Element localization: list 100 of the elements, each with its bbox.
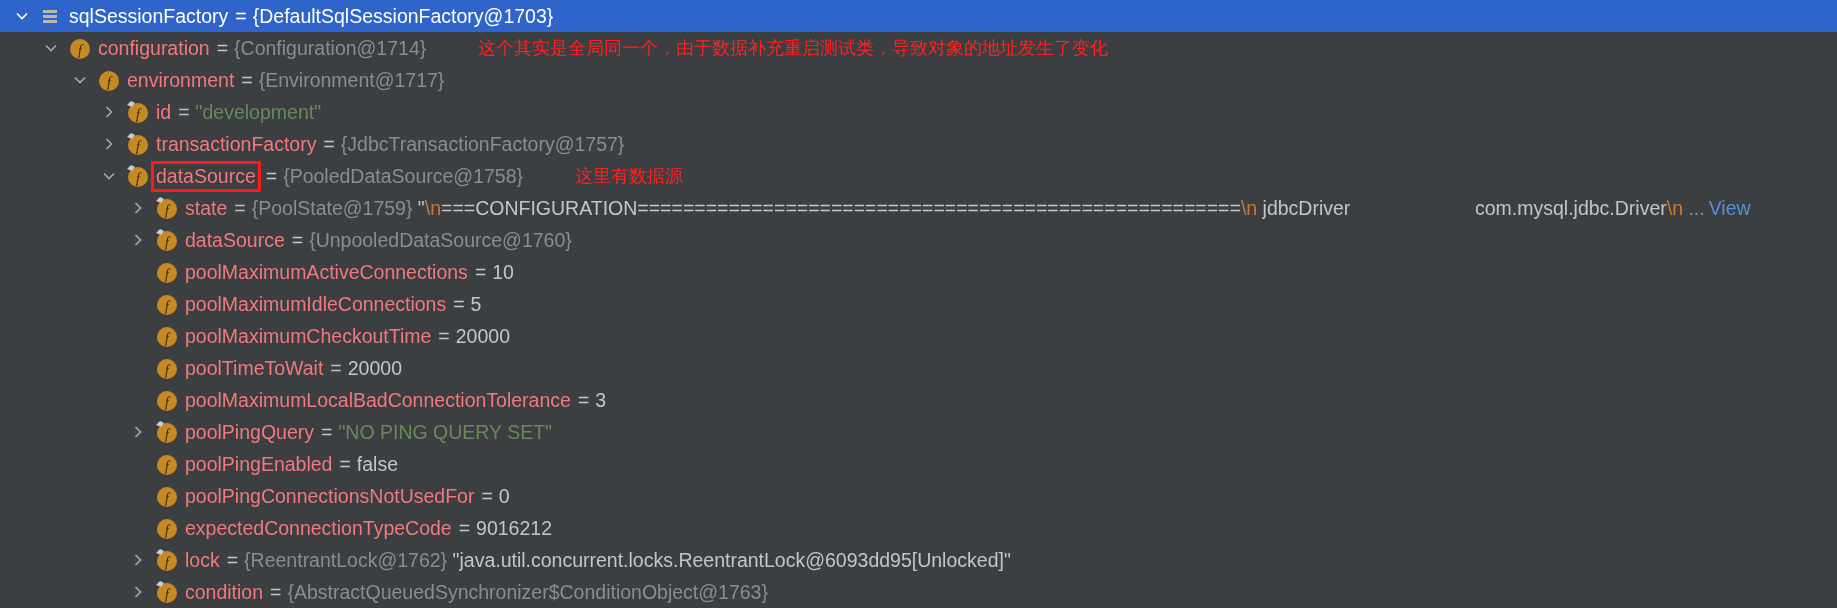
escape-sequence: \n: [1666, 196, 1683, 220]
equals-sign: =: [481, 484, 493, 508]
tree-row[interactable]: f transactionFactory = {JdbcTransactionFactory@1757}: [0, 128, 1837, 160]
string-value: "development": [195, 100, 322, 124]
tree-row[interactable]: f expectedConnectionTypeCode = 9016212: [0, 512, 1837, 544]
view-link[interactable]: View: [1708, 196, 1751, 220]
equals-sign: =: [339, 452, 351, 476]
field-icon: f: [68, 36, 92, 60]
tree-row[interactable]: f poolMaximumIdleConnections = 5: [0, 288, 1837, 320]
tree-row[interactable]: f environment = {Environment@1717}: [0, 64, 1837, 96]
value-text: 10: [492, 260, 514, 284]
equals-sign: =: [265, 164, 278, 188]
field-icon: f: [155, 388, 179, 412]
field-name: transactionFactory: [155, 132, 318, 156]
tree-row[interactable]: f id = "development": [0, 96, 1837, 128]
value-text: 3: [595, 388, 607, 412]
field-name: state: [184, 196, 229, 220]
equals-sign: =: [321, 420, 333, 444]
field-name: poolPingEnabled: [184, 452, 334, 476]
field-icon: f: [126, 100, 150, 124]
tree-row[interactable]: f poolTimeToWait = 20000: [0, 352, 1837, 384]
field-name: poolPingConnectionsNotUsedFor: [184, 484, 476, 508]
tree-row[interactable]: f poolMaximumLocalBadConnectionTolerance = 3: [0, 384, 1837, 416]
equals-sign: =: [234, 196, 246, 220]
field-icon: f: [155, 420, 179, 444]
equals-sign: =: [577, 388, 590, 412]
list-icon: [42, 8, 58, 24]
field-icon: f: [155, 196, 179, 220]
field-name: poolMaximumIdleConnections: [184, 292, 448, 316]
value-text: 5: [470, 292, 482, 316]
value-text: {ReentrantLock@1762}: [244, 548, 448, 572]
equals-sign: =: [241, 68, 253, 92]
field-icon: f: [155, 324, 179, 348]
field-icon: f: [155, 292, 179, 316]
tree-row[interactable]: f dataSource = {UnpooledDataSource@1760}: [0, 224, 1837, 256]
field-name: id: [155, 100, 173, 124]
tree-row[interactable]: sqlSessionFactory = {DefaultSqlSessionFactory@1703}: [0, 0, 1837, 32]
tree-row[interactable]: f configuration = {Configuration@1714} 这个其实是全局同一个，由于数据补充重启测试类，导致对象的地址发生了变化: [0, 32, 1837, 64]
value-text: {UnpooledDataSource@1760}: [309, 228, 572, 252]
field-icon: f: [155, 548, 179, 572]
value-text: 20000: [455, 324, 510, 348]
tree-row[interactable]: f poolPingQuery = "NO PING QUERY SET": [0, 416, 1837, 448]
equals-sign: =: [453, 292, 465, 316]
value-text: "java.util.concurrent.locks.ReentrantLock@6093dd95[Unlocked]": [451, 548, 1011, 572]
equals-sign: =: [226, 548, 239, 572]
field-icon: f: [155, 516, 179, 540]
tree-row[interactable]: f lock = {ReentrantLock@1762} "java.util.concurrent.locks.ReentrantLock@6093dd95[Unlocked]": [0, 544, 1837, 576]
field-icon: f: [155, 452, 179, 476]
value-text: {JdbcTransactionFactory@1757}: [340, 132, 625, 156]
field-icon: f: [155, 356, 179, 380]
value-text: {AbstractQueuedSynchronizer$ConditionObject@1763}: [287, 580, 768, 604]
value-text: 20000: [347, 356, 402, 380]
value-text: ...: [1687, 196, 1705, 220]
field-name: lock: [184, 548, 221, 572]
field-name: dataSource: [184, 228, 286, 252]
value-text: {PoolState@1759}: [251, 196, 413, 220]
equals-sign: =: [235, 4, 247, 28]
equals-sign: =: [178, 100, 190, 124]
field-name: condition: [184, 580, 265, 604]
equals-sign: =: [323, 132, 335, 156]
equals-sign: =: [216, 36, 229, 60]
tree-row[interactable]: f state = {PoolState@1759} "\n===CONFIGURATION=====================================================\n jdbcDriver com.mysql.jdbc.Driver\n ... View: [0, 192, 1837, 224]
tree-row[interactable]: f poolPingConnectionsNotUsedFor = 0: [0, 480, 1837, 512]
string-value: "NO PING QUERY SET": [338, 420, 552, 444]
equals-sign: =: [330, 356, 342, 380]
field-name: poolMaximumActiveConnections: [184, 260, 469, 284]
field-name: environment: [126, 68, 236, 92]
field-name: poolPingQuery: [184, 420, 315, 444]
tree-row[interactable]: f dataSource = {PooledDataSource@1758} 这里有数据源: [0, 160, 1837, 192]
annotation-text: 这里有数据源: [575, 165, 684, 188]
value-text: {DefaultSqlSessionFactory@1703}: [252, 4, 554, 28]
field-name: poolTimeToWait: [184, 356, 325, 380]
value-text: {PooledDataSource@1758}: [283, 164, 524, 188]
field-name: configuration: [97, 36, 211, 60]
tree-row[interactable]: f poolMaximumCheckoutTime = 20000: [0, 320, 1837, 352]
field-icon: f: [126, 164, 150, 188]
field-icon: f: [155, 484, 179, 508]
field-name: poolMaximumCheckoutTime: [184, 324, 433, 348]
value-text: 0: [498, 484, 510, 508]
field-icon: f: [97, 68, 121, 92]
field-icon: f: [155, 260, 179, 284]
equals-sign: =: [270, 580, 282, 604]
tree-row[interactable]: f condition = {AbstractQueuedSynchronizer$ConditionObject@1763}: [0, 576, 1837, 608]
field-icon: f: [155, 228, 179, 252]
value-text: 9016212: [476, 516, 552, 540]
value-text: ===CONFIGURATION=====================================================: [441, 196, 1241, 220]
escape-sequence: \n: [1240, 196, 1258, 220]
value-text: ": [416, 196, 425, 220]
field-name: sqlSessionFactory: [68, 4, 230, 28]
equals-sign: =: [438, 324, 450, 348]
equals-sign: =: [474, 260, 487, 284]
escape-sequence: \n: [424, 196, 442, 220]
value-text: jdbcDriver com.mysql.jdbc.Driver: [1261, 196, 1667, 220]
tree-row[interactable]: f poolPingEnabled = false: [0, 448, 1837, 480]
tree-row[interactable]: f poolMaximumActiveConnections = 10: [0, 256, 1837, 288]
field-icon: f: [155, 580, 179, 604]
field-name: poolMaximumLocalBadConnectionTolerance: [184, 388, 572, 412]
annotation-text: 这个其实是全局同一个，由于数据补充重启测试类，导致对象的地址发生了变化: [478, 37, 1109, 60]
equals-sign: =: [458, 516, 471, 540]
value-text: {Environment@1717}: [258, 68, 445, 92]
